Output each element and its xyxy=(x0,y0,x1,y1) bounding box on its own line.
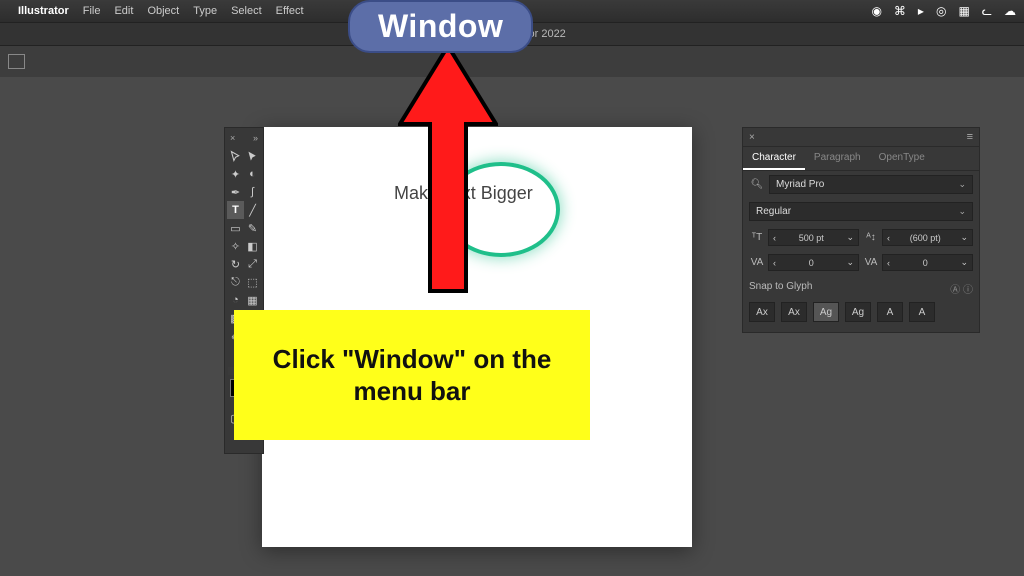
snap-btn[interactable]: Ax xyxy=(749,302,775,322)
panel-menu-icon[interactable]: ≡ xyxy=(967,131,973,143)
font-size-input[interactable]: ‹500 pt⌄ xyxy=(768,229,859,246)
snap-btn[interactable]: Ax xyxy=(781,302,807,322)
shaper-tool[interactable]: ✧ xyxy=(227,237,244,255)
font-style-select[interactable]: Regular⌄ xyxy=(749,202,973,221)
menu-edit[interactable]: Edit xyxy=(114,5,133,17)
snap-btn[interactable]: Ag xyxy=(813,302,839,322)
tab-paragraph[interactable]: Paragraph xyxy=(805,147,870,170)
line-tool[interactable]: ╱ xyxy=(244,201,261,219)
rotate-tool[interactable]: ↻ xyxy=(227,255,244,273)
search-icon: 🔍︎ xyxy=(749,179,765,190)
cloud-icon[interactable]: ☁ xyxy=(1004,4,1016,18)
rectangle-tool[interactable]: ▭ xyxy=(227,219,244,237)
tab-character[interactable]: Character xyxy=(743,147,805,170)
perspective-tool[interactable]: ▦ xyxy=(244,291,261,309)
character-panel: × ≡ Character Paragraph OpenType 🔍︎ Myri… xyxy=(742,127,980,333)
snap-icon[interactable]: ▦ xyxy=(958,4,969,18)
snap-to-glyph-label: Snap to Glyph xyxy=(749,281,812,296)
kerning-icon: VA xyxy=(749,257,765,268)
close-icon[interactable]: × xyxy=(749,132,755,143)
eraser-tool[interactable]: ◧ xyxy=(244,237,261,255)
brush-tool[interactable]: ✎ xyxy=(244,219,261,237)
callout-pill: Window xyxy=(348,0,533,53)
play-icon[interactable]: ▸ xyxy=(918,4,924,18)
shape-builder-tool[interactable]: ◔ xyxy=(227,291,244,309)
leading-icon: ᴬ↕ xyxy=(863,232,879,243)
snap-btn[interactable]: A xyxy=(909,302,935,322)
kerning-input[interactable]: ‹0⌄ xyxy=(768,254,859,271)
tracking-input[interactable]: ‹0⌄ xyxy=(882,254,973,271)
free-transform-tool[interactable]: ⬚ xyxy=(244,273,261,291)
snap-btn[interactable]: A xyxy=(877,302,903,322)
menu-type[interactable]: Type xyxy=(193,5,217,17)
type-tool[interactable]: T xyxy=(227,201,244,219)
lasso-tool[interactable]: ◐ xyxy=(244,165,261,183)
menu-object[interactable]: Object xyxy=(147,5,179,17)
camera-icon[interactable]: ◎ xyxy=(936,4,946,18)
record-icon[interactable]: ◉ xyxy=(871,4,881,18)
width-tool[interactable]: ⎋ xyxy=(227,273,244,291)
home-icon[interactable] xyxy=(8,54,25,69)
menu-select[interactable]: Select xyxy=(231,5,262,17)
direct-selection-tool[interactable] xyxy=(244,147,261,165)
menu-effect[interactable]: Effect xyxy=(276,5,304,17)
grid-icon[interactable]: ⌘ xyxy=(894,4,906,18)
menubar-right: ◉ ⌘ ▸ ◎ ▦ ᓚ ☁ xyxy=(871,4,1016,18)
selection-tool[interactable] xyxy=(227,147,244,165)
font-size-icon: ᵀT xyxy=(749,232,765,243)
annotation-arrow xyxy=(398,46,498,301)
pen-tool[interactable]: ✒ xyxy=(227,183,244,201)
leading-input[interactable]: ‹(600 pt)⌄ xyxy=(882,229,973,246)
curvature-tool[interactable]: ∫ xyxy=(244,183,261,201)
tab-opentype[interactable]: OpenType xyxy=(870,147,934,170)
tracking-icon: VA xyxy=(863,257,879,268)
app-name[interactable]: Illustrator xyxy=(18,5,69,17)
snap-icons: Ⓐ ⓘ xyxy=(950,281,973,296)
menu-file[interactable]: File xyxy=(83,5,101,17)
cat-icon[interactable]: ᓚ xyxy=(982,4,992,18)
scale-tool[interactable]: ⤢ xyxy=(244,255,261,273)
font-family-select[interactable]: Myriad Pro⌄ xyxy=(769,175,973,194)
chevron-icon[interactable]: » xyxy=(253,133,258,143)
magic-wand-tool[interactable]: ✦ xyxy=(227,165,244,183)
snap-btn[interactable]: Ag xyxy=(845,302,871,322)
close-icon[interactable]: × xyxy=(230,133,235,143)
instruction-box: Click "Window" on the menu bar xyxy=(234,310,590,440)
